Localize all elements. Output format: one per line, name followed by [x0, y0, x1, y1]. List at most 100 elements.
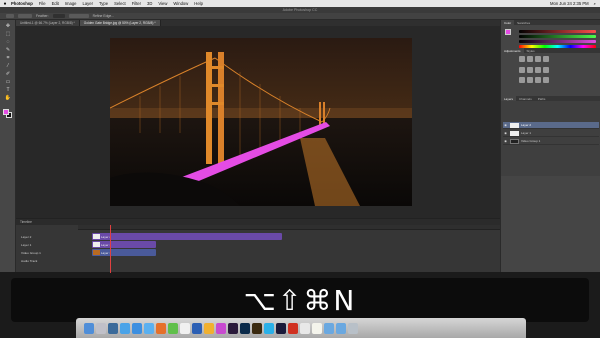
adjustment-icon[interactable] [535, 56, 541, 62]
style-select[interactable] [68, 14, 89, 18]
menu-filter[interactable]: Filter [132, 1, 141, 6]
tab-styles[interactable]: Styles [524, 48, 538, 53]
feather-input[interactable] [52, 14, 65, 18]
red-slider[interactable] [519, 30, 596, 33]
firefox-icon[interactable] [156, 322, 166, 334]
menu-image[interactable]: Image [65, 1, 77, 6]
crop-tool-icon[interactable]: ⌗ [4, 55, 12, 62]
track-name[interactable]: Audio Track [18, 257, 76, 264]
mail-icon[interactable] [144, 322, 154, 334]
document-image[interactable] [110, 38, 412, 206]
eraser-tool-icon[interactable]: ▭ [4, 79, 12, 86]
dock [76, 318, 526, 338]
tab-paths[interactable]: Paths [535, 96, 549, 101]
menu-app[interactable]: Photoshop [11, 1, 33, 6]
adjustment-icon[interactable] [543, 56, 549, 62]
apple-icon[interactable]: ● [3, 1, 7, 7]
brush-tool-icon[interactable]: ✐ [4, 71, 12, 78]
tool-preset-picker[interactable] [6, 14, 14, 18]
layer-row[interactable]: ◉ Layer 2 [503, 122, 599, 129]
adjustment-icon[interactable] [535, 66, 541, 73]
menu-3d[interactable]: 3D [147, 1, 152, 6]
trash-icon[interactable] [348, 322, 358, 334]
chrome-icon[interactable] [168, 322, 178, 334]
refine-edge-button[interactable]: Refine Edge... [93, 14, 115, 18]
textedit-icon[interactable] [312, 322, 322, 334]
launchpad-icon[interactable] [96, 322, 106, 334]
folder-icon[interactable] [324, 322, 334, 334]
eyedropper-tool-icon[interactable]: ⁄ [4, 63, 12, 70]
adjustment-icon[interactable] [535, 77, 541, 84]
timeline-clip[interactable]: Layer 2 [92, 233, 282, 240]
calendar-icon[interactable] [180, 322, 190, 334]
finder-icon[interactable] [84, 322, 94, 334]
shortcut-keys: ⌥⇧⌘N [243, 283, 357, 317]
folder-icon[interactable] [336, 322, 346, 334]
illustrator-icon[interactable] [252, 322, 262, 334]
layer-thumbnail [510, 130, 519, 136]
adjustment-icons [519, 56, 549, 86]
foreground-color-swatch[interactable] [3, 109, 9, 115]
time-ruler[interactable] [78, 225, 500, 230]
acrobat-icon[interactable] [288, 322, 298, 334]
media-encoder-icon[interactable] [276, 322, 286, 334]
app-store-icon[interactable] [120, 322, 130, 334]
eye-icon[interactable]: ◉ [503, 131, 508, 136]
adjustment-icon[interactable] [519, 56, 525, 62]
adjustment-icon[interactable] [543, 77, 549, 84]
photoshop-icon[interactable] [240, 322, 250, 334]
tab-channels[interactable]: Channels [516, 96, 535, 101]
itunes-icon[interactable] [216, 322, 226, 334]
menu-window[interactable]: Window [173, 1, 188, 6]
adjustment-icon[interactable] [527, 77, 533, 84]
track-name[interactable]: Layer 2 [18, 233, 76, 240]
green-slider[interactable] [519, 35, 596, 38]
tab-color[interactable]: Color [501, 20, 515, 25]
track-name[interactable]: Video Group 1 [18, 249, 76, 256]
menu-view[interactable]: View [158, 1, 167, 6]
clock[interactable]: Mon Jun 24 2:35 PM [550, 1, 589, 6]
premiere-icon[interactable] [228, 322, 238, 334]
layer-row[interactable]: ◉ Layer 1 [503, 130, 599, 137]
canvas-area[interactable] [16, 26, 500, 218]
preview-icon[interactable] [300, 322, 310, 334]
eye-icon[interactable]: ◉ [503, 139, 508, 144]
eye-icon[interactable]: ◉ [503, 123, 508, 128]
menu-file[interactable]: File [39, 1, 46, 6]
adjustment-icon[interactable] [543, 66, 549, 73]
selection-mode-buttons[interactable] [18, 14, 32, 18]
word-icon[interactable] [192, 322, 202, 334]
photos-icon[interactable] [204, 322, 214, 334]
marquee-tool-icon[interactable]: ⬚ [4, 31, 12, 38]
adjust-panel-tabs: Adjustments Styles [501, 48, 600, 53]
adjustment-icon[interactable] [519, 66, 525, 73]
type-tool-icon[interactable]: T [4, 87, 12, 94]
hand-tool-icon[interactable]: ✋ [4, 95, 12, 102]
timeline-clip[interactable]: Layer 1 [92, 241, 156, 248]
search-icon[interactable]: ⌕ [594, 1, 596, 6]
tab-swatches[interactable]: Swatches [514, 20, 533, 25]
menu-edit[interactable]: Edit [52, 1, 59, 6]
mission-control-icon[interactable] [108, 322, 118, 334]
track-name[interactable]: Layer 1 [18, 241, 76, 248]
menu-select[interactable]: Select [114, 1, 126, 6]
adjustment-icon[interactable] [519, 77, 525, 84]
move-tool-icon[interactable]: ✥ [4, 23, 12, 30]
skype-icon[interactable] [264, 322, 274, 334]
menu-type[interactable]: Type [99, 1, 108, 6]
playhead[interactable] [110, 225, 111, 273]
adjustment-icon[interactable] [527, 56, 533, 62]
quick-select-tool-icon[interactable]: ✎ [4, 47, 12, 54]
timeline-clip[interactable]: Layer 1 [92, 249, 156, 256]
adjustment-icon[interactable] [527, 66, 533, 73]
blue-slider[interactable] [519, 40, 596, 43]
safari-icon[interactable] [132, 322, 142, 334]
panel-foreground-chip[interactable] [505, 29, 511, 35]
layer-name: Layer 2 [521, 123, 532, 127]
lasso-tool-icon[interactable]: ◌ [4, 39, 12, 46]
layer-row[interactable]: ◉ Video Group 1 [503, 138, 599, 145]
menu-help[interactable]: Help [194, 1, 203, 6]
tab-layers[interactable]: Layers [501, 96, 517, 101]
menu-layer[interactable]: Layer [82, 1, 92, 6]
tab-adjustments[interactable]: Adjustments [501, 48, 524, 53]
